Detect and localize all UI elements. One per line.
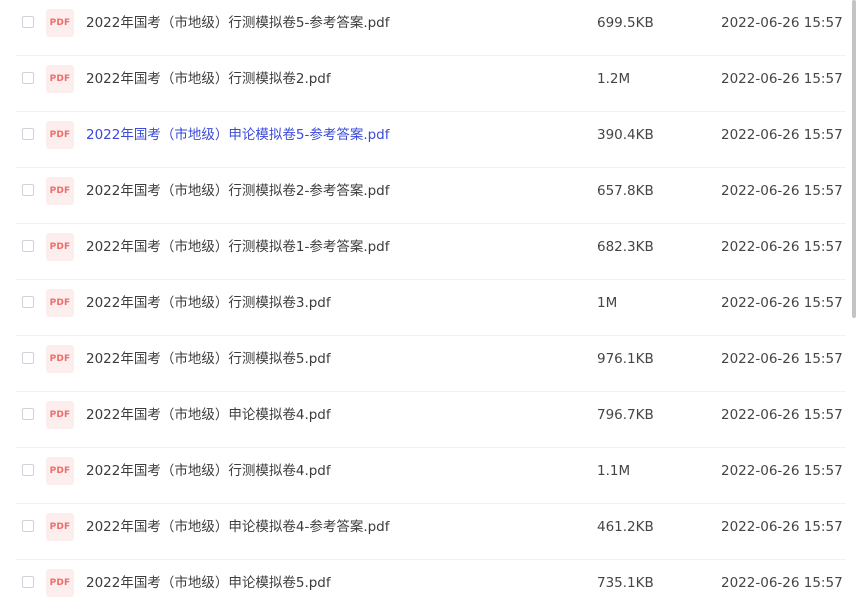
row-checkbox[interactable] (22, 72, 34, 84)
file-date: 2022-06-26 15:57 (721, 295, 843, 311)
pdf-file-icon: PDF (46, 345, 74, 373)
pdf-file-icon: PDF (46, 569, 74, 597)
file-date: 2022-06-26 15:57 (721, 351, 843, 367)
file-name-link[interactable]: 2022年国考（市地级）申论模拟卷4.pdf (86, 406, 331, 424)
row-checkbox[interactable] (22, 296, 34, 308)
file-name-link[interactable]: 2022年国考（市地级）行测模拟卷5-参考答案.pdf (86, 14, 390, 32)
row-checkbox[interactable] (22, 520, 34, 532)
file-size: 1.2M (597, 71, 631, 87)
file-size: 461.2KB (597, 519, 654, 535)
pdf-file-icon: PDF (46, 121, 74, 149)
pdf-file-icon: PDF (46, 65, 74, 93)
file-size: 796.7KB (597, 407, 654, 423)
vertical-scrollbar[interactable] (851, 0, 857, 601)
file-row[interactable]: PDF 2022年国考（市地级）申论模拟卷4.pdf 796.7KB 2022-… (0, 392, 846, 448)
file-row[interactable]: PDF 2022年国考（市地级）申论模拟卷5.pdf 735.1KB 2022-… (0, 560, 846, 601)
file-row[interactable]: PDF 2022年国考（市地级）行测模拟卷5-参考答案.pdf 699.5KB … (0, 0, 846, 56)
file-row[interactable]: PDF 2022年国考（市地级）行测模拟卷3.pdf 1M 2022-06-26… (0, 280, 846, 336)
file-size: 657.8KB (597, 183, 654, 199)
row-checkbox[interactable] (22, 352, 34, 364)
file-date: 2022-06-26 15:57 (721, 15, 843, 31)
row-checkbox[interactable] (22, 16, 34, 28)
file-name-link[interactable]: 2022年国考（市地级）行测模拟卷2-参考答案.pdf (86, 182, 390, 200)
pdf-file-icon: PDF (46, 401, 74, 429)
file-size: 976.1KB (597, 351, 654, 367)
file-size: 1.1M (597, 463, 631, 479)
file-name-link[interactable]: 2022年国考（市地级）申论模拟卷5.pdf (86, 574, 331, 592)
file-date: 2022-06-26 15:57 (721, 127, 843, 143)
file-row[interactable]: PDF 2022年国考（市地级）申论模拟卷4-参考答案.pdf 461.2KB … (0, 504, 846, 560)
row-checkbox[interactable] (22, 464, 34, 476)
file-size: 390.4KB (597, 127, 654, 143)
file-date: 2022-06-26 15:57 (721, 71, 843, 87)
row-checkbox[interactable] (22, 576, 34, 588)
file-row[interactable]: PDF 2022年国考（市地级）申论模拟卷5-参考答案.pdf 390.4KB … (0, 112, 846, 168)
file-name-link[interactable]: 2022年国考（市地级）行测模拟卷1-参考答案.pdf (86, 238, 390, 256)
file-name-link[interactable]: 2022年国考（市地级）申论模拟卷4-参考答案.pdf (86, 518, 390, 536)
row-checkbox[interactable] (22, 240, 34, 252)
file-row[interactable]: PDF 2022年国考（市地级）行测模拟卷2-参考答案.pdf 657.8KB … (0, 168, 846, 224)
file-date: 2022-06-26 15:57 (721, 407, 843, 423)
pdf-file-icon: PDF (46, 513, 74, 541)
pdf-file-icon: PDF (46, 233, 74, 261)
file-row[interactable]: PDF 2022年国考（市地级）行测模拟卷2.pdf 1.2M 2022-06-… (0, 56, 846, 112)
file-date: 2022-06-26 15:57 (721, 239, 843, 255)
file-list: PDF 2022年国考（市地级）行测模拟卷5-参考答案.pdf 699.5KB … (0, 0, 857, 601)
row-checkbox[interactable] (22, 184, 34, 196)
file-date: 2022-06-26 15:57 (721, 463, 843, 479)
file-date: 2022-06-26 15:57 (721, 183, 843, 199)
file-date: 2022-06-26 15:57 (721, 519, 843, 535)
pdf-file-icon: PDF (46, 9, 74, 37)
file-row[interactable]: PDF 2022年国考（市地级）行测模拟卷4.pdf 1.1M 2022-06-… (0, 448, 846, 504)
row-checkbox[interactable] (22, 128, 34, 140)
file-date: 2022-06-26 15:57 (721, 575, 843, 591)
file-size: 699.5KB (597, 15, 654, 31)
scrollbar-thumb[interactable] (852, 0, 856, 318)
file-size: 1M (597, 295, 618, 311)
file-name-link-hovered[interactable]: 2022年国考（市地级）申论模拟卷5-参考答案.pdf (86, 126, 390, 144)
pdf-file-icon: PDF (46, 289, 74, 317)
file-row[interactable]: PDF 2022年国考（市地级）行测模拟卷1-参考答案.pdf 682.3KB … (0, 224, 846, 280)
file-name-link[interactable]: 2022年国考（市地级）行测模拟卷3.pdf (86, 294, 331, 312)
row-checkbox[interactable] (22, 408, 34, 420)
file-name-link[interactable]: 2022年国考（市地级）行测模拟卷2.pdf (86, 70, 331, 88)
file-row[interactable]: PDF 2022年国考（市地级）行测模拟卷5.pdf 976.1KB 2022-… (0, 336, 846, 392)
file-size: 735.1KB (597, 575, 654, 591)
pdf-file-icon: PDF (46, 457, 74, 485)
file-size: 682.3KB (597, 239, 654, 255)
pdf-file-icon: PDF (46, 177, 74, 205)
file-name-link[interactable]: 2022年国考（市地级）行测模拟卷5.pdf (86, 350, 331, 368)
file-name-link[interactable]: 2022年国考（市地级）行测模拟卷4.pdf (86, 462, 331, 480)
